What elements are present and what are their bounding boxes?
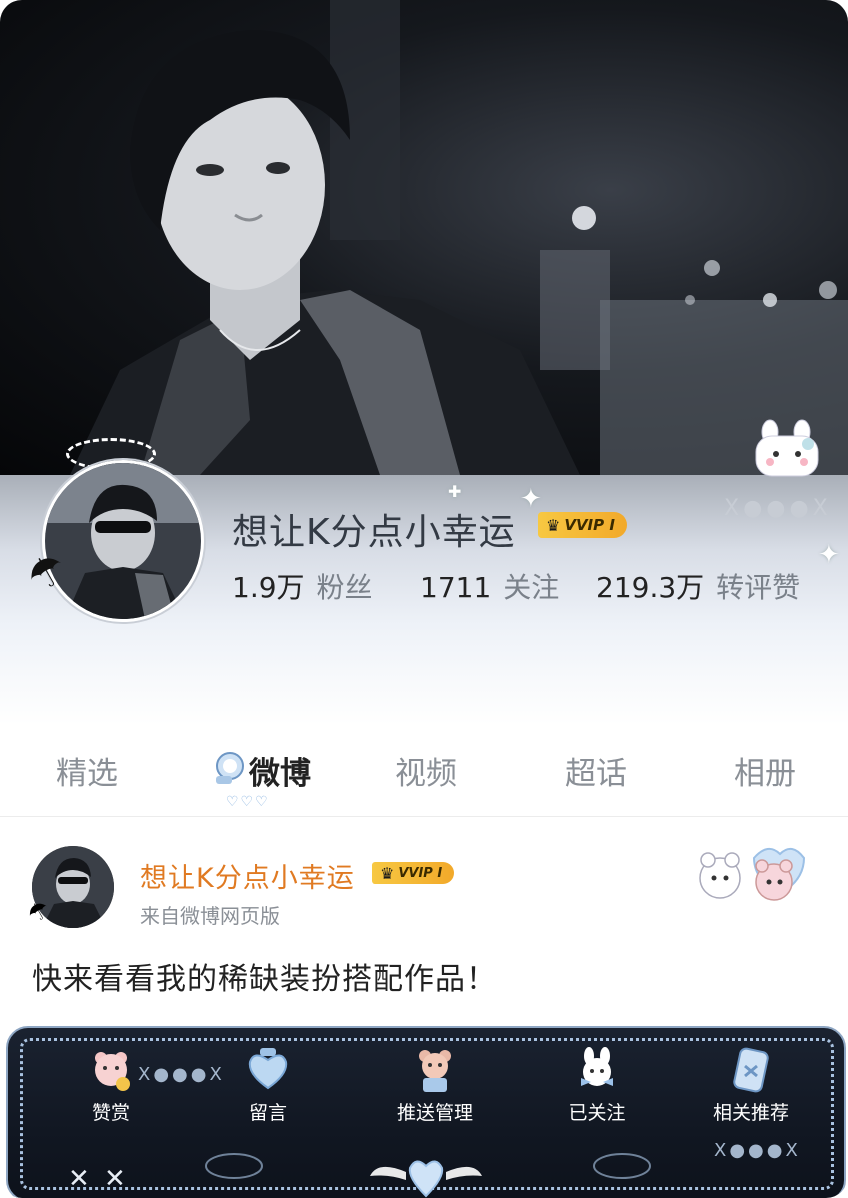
stat-value: 1.9万 bbox=[232, 571, 305, 604]
stat-following[interactable]: 1711 关注 bbox=[420, 566, 559, 606]
post-text: 快来看看我的稀缺装扮搭配作品！ bbox=[32, 962, 497, 997]
tab-videos[interactable]: 视频 bbox=[395, 748, 457, 793]
active-tab-hearts-icon: ♡♡♡ bbox=[226, 794, 270, 810]
crown-icon: ♛ bbox=[546, 515, 561, 535]
reward-button[interactable]: 赞赏 bbox=[46, 1046, 176, 1125]
comment-label: 留言 bbox=[248, 1102, 287, 1124]
reward-label: 赞赏 bbox=[91, 1102, 130, 1124]
tab-albums[interactable]: 相册 bbox=[734, 748, 796, 793]
bears-sticker-icon bbox=[699, 847, 806, 901]
vip-badge-label: VVIP I bbox=[564, 516, 615, 534]
stat-label: 转评赞 bbox=[716, 571, 801, 604]
stat-value: 1711 bbox=[420, 571, 492, 604]
sparkle-icon: ✦ bbox=[520, 484, 542, 514]
post-vip-badge[interactable]: ♛ VVIP I bbox=[372, 862, 455, 884]
following-button[interactable]: 已关注 bbox=[532, 1046, 662, 1125]
push-management-button[interactable]: 推送管理 bbox=[370, 1046, 500, 1125]
bear-coin-icon bbox=[95, 1052, 130, 1091]
related-recommendations-label: 相关推荐 bbox=[712, 1102, 789, 1124]
comment-button[interactable]: 留言 bbox=[203, 1046, 333, 1125]
profile-screen: ☂ ✦ ✦ ✚ 想让K分点小幸运 ♛ VVIP I 1.9万 粉丝 1711 关注 2… bbox=[0, 0, 848, 1198]
profile-name: 想让K分点小幸运 bbox=[232, 512, 516, 553]
profile-avatar-container[interactable]: ☂ bbox=[18, 438, 208, 622]
profile-tabs: 精选 微博 ♡♡♡ 视频 超话 相册 bbox=[0, 730, 848, 817]
avatar-image bbox=[45, 463, 201, 619]
stat-followers[interactable]: 1.9万 粉丝 bbox=[232, 566, 373, 606]
card-icon bbox=[733, 1047, 769, 1093]
bear-box-icon bbox=[419, 1050, 451, 1092]
post-card: ☂ 想让K分点小幸运 ♛ VVIP I 来自微博网页版 快来看看我的稀缺装扮搭配作… bbox=[0, 818, 848, 1198]
stat-label: 粉丝 bbox=[316, 571, 373, 604]
following-label: 已关注 bbox=[568, 1102, 626, 1124]
vip-badge[interactable]: ♛ VVIP I bbox=[538, 512, 627, 538]
heart-icon bbox=[248, 1048, 288, 1090]
sparkle-icon: ✚ bbox=[448, 482, 462, 501]
vip-badge-label: VVIP I bbox=[398, 865, 443, 881]
decoration-action-card: X●●●X X●●●X ✕ ✕ 赞赏 留言 推送管理 已关注 相关推荐 bbox=[6, 1026, 846, 1198]
post-source: 来自微博网页版 bbox=[140, 904, 280, 928]
tab-super-topic[interactable]: 超话 bbox=[565, 748, 627, 793]
bunny-bow-icon bbox=[581, 1047, 613, 1086]
post-author-name[interactable]: 想让K分点小幸运 bbox=[140, 856, 355, 895]
cover-photo-illustration bbox=[70, 0, 848, 475]
avatar[interactable] bbox=[42, 460, 204, 622]
xo-decoration: X●●●X bbox=[724, 496, 832, 521]
sparkle-icon: ✦ bbox=[818, 540, 840, 570]
cover-photo bbox=[0, 0, 848, 475]
stat-value: 219.3万 bbox=[596, 571, 705, 604]
related-recommendations-button[interactable]: 相关推荐 bbox=[686, 1046, 816, 1125]
tab-weibo[interactable]: 微博 bbox=[249, 748, 311, 793]
bunny-sticker-icon bbox=[755, 419, 819, 477]
mirror-decoration-icon bbox=[216, 752, 244, 784]
push-management-label: 推送管理 bbox=[396, 1102, 473, 1124]
stat-likes[interactable]: 219.3万 转评赞 bbox=[596, 566, 800, 606]
stat-label: 关注 bbox=[503, 571, 560, 604]
crown-icon: ♛ bbox=[380, 863, 395, 883]
wings-heart-decoration bbox=[205, 1153, 651, 1198]
tab-featured[interactable]: 精选 bbox=[56, 748, 118, 793]
